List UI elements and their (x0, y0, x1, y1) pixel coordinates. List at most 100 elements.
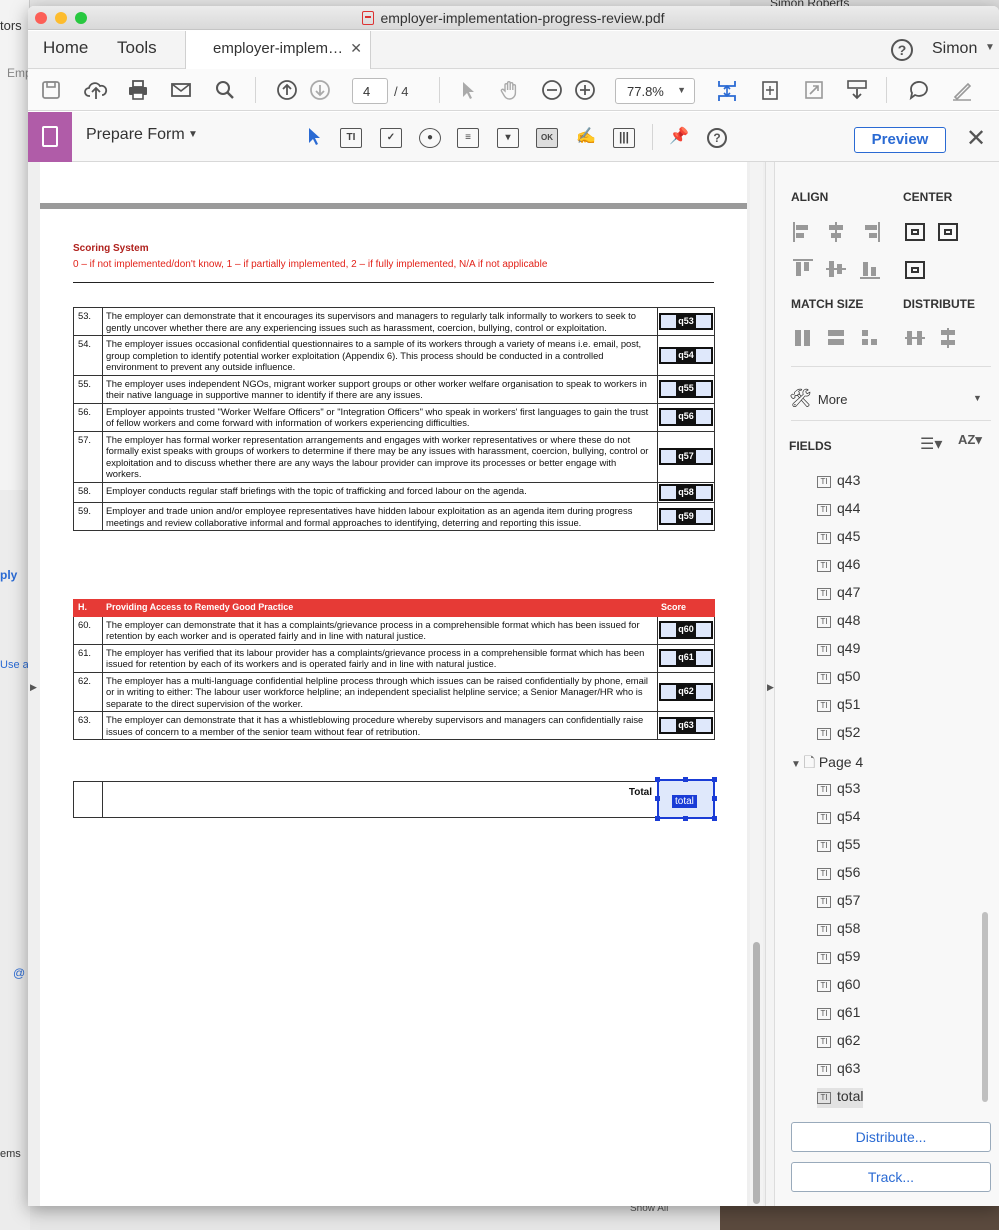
resize-handle[interactable] (655, 816, 660, 821)
document-scrollbar[interactable] (750, 162, 763, 1206)
form-field-q57[interactable]: q57 (659, 447, 713, 466)
upload-cloud-icon[interactable] (84, 79, 108, 101)
field-list-item[interactable]: TI q43 (817, 472, 860, 492)
resize-handle[interactable] (712, 777, 717, 782)
expand-left-panel-icon[interactable]: ▶ (30, 682, 37, 693)
form-field-q61[interactable]: q61 (659, 649, 713, 667)
form-field-q54[interactable]: q54 (659, 346, 713, 364)
track-button[interactable]: Track... (791, 1162, 991, 1192)
collapse-panel-icon[interactable]: ▶ (767, 682, 774, 693)
align-middle-icon[interactable] (826, 259, 846, 279)
resize-handle[interactable] (655, 777, 660, 782)
radio-button-icon[interactable]: ● (419, 128, 441, 148)
field-list-item[interactable]: TI q56 (817, 864, 860, 884)
distribute-horizontal-icon[interactable] (905, 328, 925, 348)
field-list-item[interactable]: TI q51 (817, 696, 860, 716)
zoom-level-select[interactable]: 77.8% ▼ (615, 78, 695, 104)
field-list-item[interactable]: TI q57 (817, 892, 860, 912)
preview-button[interactable]: Preview (854, 127, 946, 153)
scrollbar-thumb[interactable] (753, 942, 760, 1204)
rotate-page-icon[interactable] (759, 79, 781, 101)
background-link[interactable]: ply (0, 568, 17, 582)
field-list-item[interactable]: TI total (817, 1088, 864, 1108)
distribute-vertical-icon[interactable] (938, 328, 958, 348)
field-list-item[interactable]: TI q53 (817, 780, 860, 800)
sign-pen-icon[interactable] (951, 79, 973, 101)
field-list-item[interactable]: TI q55 (817, 836, 860, 856)
pin-icon[interactable]: 📌 (668, 128, 690, 148)
checkbox-icon[interactable]: ✓ (380, 128, 402, 148)
align-bottom-icon[interactable] (860, 259, 880, 279)
field-list-item[interactable]: TI q58 (817, 920, 860, 940)
resize-handle[interactable] (683, 816, 688, 821)
fit-page-icon[interactable] (716, 79, 738, 101)
zoom-in-icon[interactable] (574, 79, 596, 101)
align-right-icon[interactable] (860, 222, 880, 242)
field-list-item[interactable]: TI q62 (817, 1032, 860, 1052)
list-box-icon[interactable]: ≡ (457, 128, 479, 148)
comment-icon[interactable] (908, 79, 930, 101)
button-field-icon[interactable]: OK (536, 128, 558, 148)
form-field-q55[interactable]: q55 (659, 380, 713, 398)
help-icon[interactable]: ? (707, 128, 727, 148)
page-number-input[interactable]: 4 (352, 78, 388, 104)
align-left-icon[interactable] (793, 222, 813, 242)
chevron-down-icon[interactable]: ▼ (188, 129, 198, 140)
field-list-item[interactable]: TI q60 (817, 976, 860, 996)
match-width-icon[interactable] (793, 328, 813, 348)
print-icon[interactable] (127, 79, 149, 101)
center-horizontal-icon[interactable] (905, 223, 925, 241)
select-pointer-icon[interactable] (456, 79, 478, 101)
form-field-q60[interactable]: q60 (659, 621, 713, 639)
page-4-group[interactable]: ▼ 🗋 Page 4 (791, 752, 863, 776)
more-menu[interactable]: 🛠 More (789, 388, 847, 409)
field-list-item[interactable]: TI q54 (817, 808, 860, 828)
text-field-icon[interactable]: TI (340, 128, 362, 148)
scroll-mode-icon[interactable] (846, 79, 868, 101)
form-field-q62[interactable]: q62 (659, 683, 713, 701)
field-list-item[interactable]: TI q48 (817, 612, 860, 632)
field-list-item[interactable]: TI q50 (817, 668, 860, 688)
select-object-icon[interactable] (302, 125, 324, 147)
distribute-button[interactable]: Distribute... (791, 1122, 991, 1152)
hand-tool-icon[interactable] (499, 79, 521, 101)
resize-handle[interactable] (683, 777, 688, 782)
resize-handle[interactable] (655, 796, 660, 801)
search-icon[interactable] (214, 79, 236, 101)
save-icon[interactable] (40, 79, 62, 101)
sort-icon[interactable]: AZ▾ (958, 432, 982, 448)
field-list-item[interactable]: TI q59 (817, 948, 860, 968)
form-field-q59[interactable]: q59 (659, 507, 713, 526)
field-list-item[interactable]: TI q49 (817, 640, 860, 660)
match-both-icon[interactable] (860, 328, 880, 348)
align-center-horizontal-icon[interactable] (826, 222, 846, 242)
previous-page-icon[interactable] (276, 79, 298, 101)
fields-scrollbar[interactable] (982, 912, 988, 1102)
center-both-icon[interactable] (905, 261, 925, 279)
chevron-down-icon[interactable]: ▼ (985, 42, 995, 53)
user-menu[interactable]: Simon (932, 40, 977, 58)
prepare-form-menu[interactable]: Prepare Form (86, 126, 185, 144)
total-form-field[interactable]: total (655, 777, 717, 821)
tab-home[interactable]: Home (43, 38, 88, 58)
center-vertical-icon[interactable] (938, 223, 958, 241)
align-top-icon[interactable] (793, 259, 813, 279)
barcode-icon[interactable]: ||| (613, 128, 635, 148)
form-field-q63[interactable]: q63 (659, 716, 713, 735)
resize-handle[interactable] (712, 796, 717, 801)
tab-tools[interactable]: Tools (117, 38, 157, 58)
dropdown-icon[interactable]: ▾ (497, 128, 519, 148)
tab-document[interactable]: employer-implem… ✕ (185, 31, 371, 70)
help-icon[interactable]: ? (891, 39, 913, 61)
form-field-q53[interactable]: q53 (659, 312, 713, 331)
field-list-item[interactable]: TI q63 (817, 1060, 860, 1080)
field-list-item[interactable]: TI q46 (817, 556, 860, 576)
field-list-item[interactable]: TI q47 (817, 584, 860, 604)
form-field-q58[interactable]: q58 (659, 483, 713, 501)
field-list-item[interactable]: TI q61 (817, 1004, 860, 1024)
form-field-q56[interactable]: q56 (659, 408, 713, 426)
next-page-icon[interactable] (309, 79, 331, 101)
panel-splitter[interactable]: ▶ (765, 162, 775, 1206)
list-options-icon[interactable]: ☰▾ (920, 434, 942, 454)
match-height-icon[interactable] (826, 328, 846, 348)
